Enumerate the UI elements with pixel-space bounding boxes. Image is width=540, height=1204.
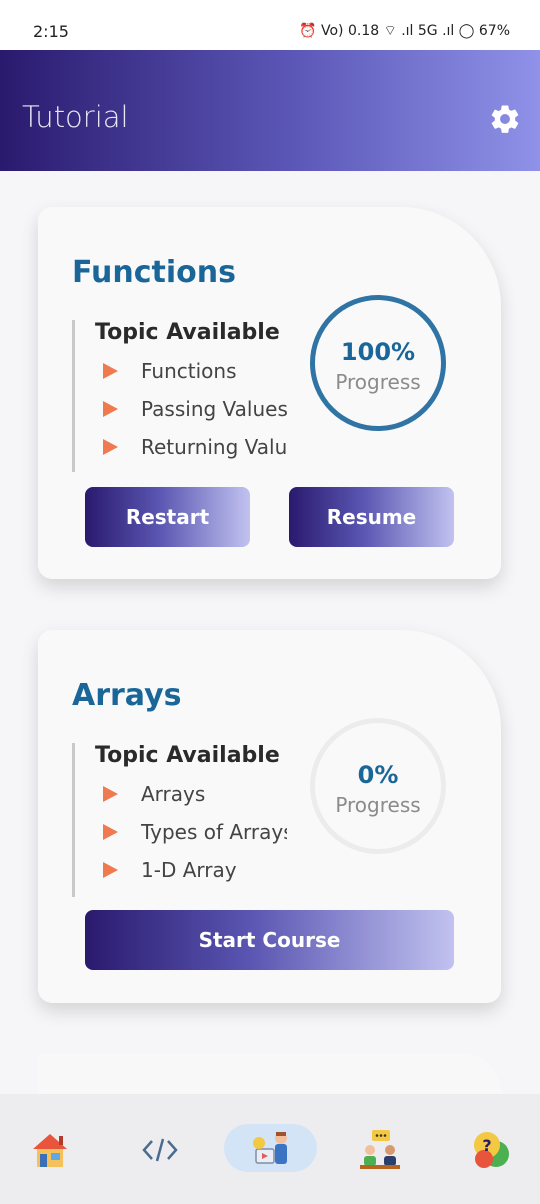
course-card-partial xyxy=(38,1053,501,1094)
topic-item: Passing Values xyxy=(95,397,287,421)
topic-item: Functions xyxy=(95,359,287,383)
progress-ring: 100% Progress xyxy=(310,295,446,431)
play-bullet-icon xyxy=(103,786,118,802)
progress-value: 0% xyxy=(357,761,399,789)
play-bullet-icon xyxy=(103,824,118,840)
topic-item: Types of Arrays xyxy=(95,820,287,844)
svg-text:?: ? xyxy=(482,1136,491,1155)
page-title: Tutorial xyxy=(22,100,129,134)
restart-button[interactable]: Restart xyxy=(85,487,250,547)
status-indicators: ⏰ Vo) 0.18 ⌔ .ıl 5G .ıl ◯ 67% xyxy=(299,23,510,39)
play-bullet-icon xyxy=(103,439,118,455)
code-icon[interactable] xyxy=(132,1122,188,1178)
start-course-button[interactable]: Start Course xyxy=(85,910,454,970)
discussion-icon[interactable] xyxy=(352,1122,408,1178)
play-bullet-icon xyxy=(103,401,118,417)
progress-label: Progress xyxy=(335,370,421,394)
course-card-functions: Functions Topic Available Functions Pass… xyxy=(38,207,501,579)
app-bar: Tutorial xyxy=(0,50,540,171)
status-time: 2:15 xyxy=(33,22,69,41)
topic-heading: Topic Available xyxy=(95,320,280,345)
topic-item: 1-D Array xyxy=(95,858,287,882)
progress-label: Progress xyxy=(335,793,421,817)
gear-icon[interactable] xyxy=(488,102,522,136)
course-card-arrays: Arrays Topic Available Arrays Types of A… xyxy=(38,630,501,1003)
topic-item: Returning Value xyxy=(95,435,287,459)
play-bullet-icon xyxy=(103,363,118,379)
topic-list: Topic Available Functions Passing Values… xyxy=(72,320,287,472)
play-bullet-icon xyxy=(103,862,118,878)
learning-icon[interactable] xyxy=(243,1122,299,1178)
topic-list: Topic Available Arrays Types of Arrays 1… xyxy=(72,743,287,897)
home-icon[interactable] xyxy=(22,1122,78,1178)
topic-heading: Topic Available xyxy=(95,743,280,768)
topic-item: Arrays xyxy=(95,782,287,806)
bottom-nav: ? xyxy=(0,1094,540,1204)
resume-button[interactable]: Resume xyxy=(289,487,454,547)
progress-ring: 0% Progress xyxy=(310,718,446,854)
course-title: Arrays xyxy=(72,678,182,713)
status-bar: 2:15 ⏰ Vo) 0.18 ⌔ .ıl 5G .ıl ◯ 67% xyxy=(0,0,540,50)
course-title: Functions xyxy=(72,255,236,290)
progress-value: 100% xyxy=(340,338,416,366)
help-icon[interactable]: ? xyxy=(463,1122,519,1178)
